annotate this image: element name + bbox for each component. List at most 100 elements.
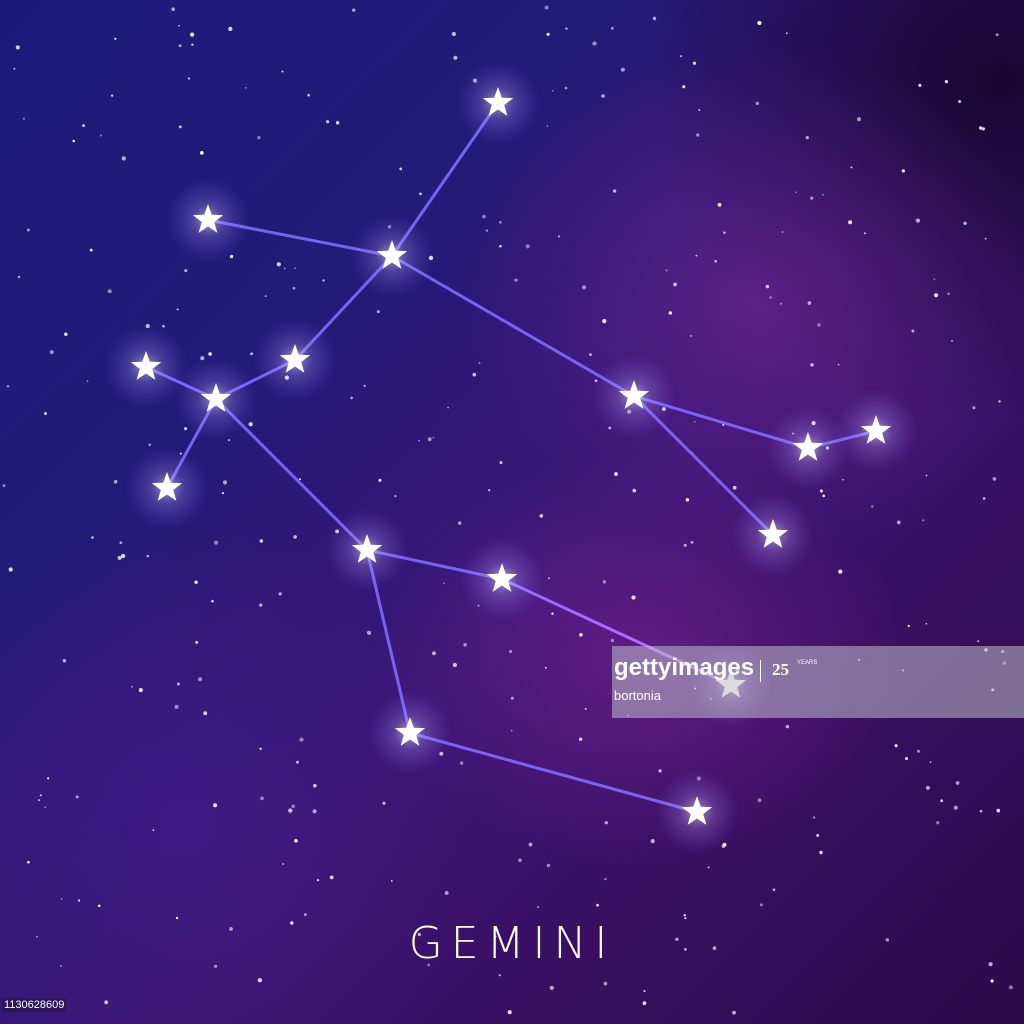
background-star — [507, 1010, 512, 1015]
background-star — [485, 229, 489, 232]
background-star — [604, 877, 607, 881]
background-star — [171, 7, 176, 12]
background-star — [769, 296, 772, 299]
background-star — [457, 521, 462, 525]
background-star — [707, 866, 710, 869]
background-star — [817, 323, 821, 327]
constellation-graphic — [2, 5, 1013, 1015]
background-star — [176, 308, 179, 311]
background-star — [335, 120, 340, 125]
background-star — [539, 514, 544, 518]
background-star — [918, 83, 922, 87]
background-star — [757, 20, 762, 26]
background-star — [977, 640, 980, 643]
background-star — [611, 27, 614, 30]
background-star — [668, 311, 672, 315]
background-star — [584, 707, 587, 710]
background-star — [693, 420, 696, 423]
background-star — [579, 633, 583, 637]
background-star — [933, 278, 936, 281]
background-star — [1008, 985, 1013, 990]
background-star — [259, 603, 263, 607]
background-star — [838, 569, 843, 574]
background-star — [604, 821, 608, 825]
background-star — [208, 352, 212, 356]
background-star — [259, 747, 262, 751]
background-star — [951, 339, 953, 342]
constellation-title: GEMINI — [408, 918, 616, 969]
background-star — [178, 125, 182, 129]
background-star — [291, 804, 295, 809]
background-star — [259, 539, 264, 543]
background-star — [113, 479, 118, 484]
background-star — [963, 221, 967, 225]
background-star — [856, 117, 862, 122]
background-star — [683, 543, 687, 547]
background-star — [325, 120, 330, 124]
background-star — [925, 474, 928, 477]
background-star — [316, 878, 320, 882]
background-star — [915, 218, 921, 223]
background-star — [110, 94, 114, 97]
background-star — [478, 362, 481, 364]
background-star — [482, 214, 486, 219]
background-star — [940, 799, 943, 802]
background-star — [807, 301, 812, 305]
background-star — [195, 640, 199, 644]
background-star — [781, 230, 784, 234]
background-star — [198, 677, 203, 682]
background-star — [107, 289, 112, 294]
background-star — [759, 903, 763, 907]
background-star — [463, 643, 467, 647]
night-sky-scene: gettyimages 25 YEARS bortonia GEMINI 113… — [0, 0, 1024, 1024]
background-star — [293, 535, 297, 539]
background-star — [86, 380, 89, 383]
background-star — [510, 729, 513, 732]
star-glows — [104, 61, 918, 854]
background-star — [953, 805, 958, 810]
background-star — [810, 196, 814, 200]
background-star — [427, 437, 432, 442]
background-star — [322, 279, 325, 282]
background-star — [378, 478, 382, 482]
background-star — [213, 803, 218, 808]
background-star — [972, 406, 976, 410]
background-star — [922, 519, 925, 522]
background-star — [498, 220, 502, 224]
background-star — [602, 580, 607, 584]
watermark-author: bortonia — [614, 688, 661, 703]
background-star — [765, 284, 770, 289]
background-star — [690, 334, 693, 337]
background-star — [757, 798, 762, 803]
background-star — [121, 156, 126, 161]
background-star — [894, 744, 898, 748]
background-star — [419, 192, 422, 196]
background-star — [589, 353, 592, 357]
background-star — [184, 269, 188, 273]
watermark-years-label: YEARS — [797, 660, 818, 666]
background-star — [602, 318, 607, 324]
watermark-divider — [760, 660, 761, 682]
background-star — [44, 412, 47, 415]
background-star — [499, 245, 502, 248]
background-star — [631, 595, 636, 600]
background-star — [82, 124, 85, 127]
background-star — [658, 769, 662, 773]
background-star — [37, 799, 41, 802]
background-star — [176, 682, 180, 686]
background-star — [104, 1000, 109, 1005]
background-star — [257, 978, 263, 983]
background-star — [288, 808, 293, 813]
watermark-brand: gettyimages — [614, 654, 755, 681]
background-star — [452, 662, 458, 668]
background-star — [432, 436, 435, 439]
background-star — [211, 599, 214, 603]
background-star — [390, 880, 393, 882]
background-star — [178, 24, 180, 27]
background-star — [614, 472, 618, 476]
background-star — [514, 278, 518, 282]
background-star — [785, 724, 790, 729]
background-star — [717, 202, 722, 207]
background-star — [842, 478, 844, 481]
background-star — [352, 8, 356, 12]
